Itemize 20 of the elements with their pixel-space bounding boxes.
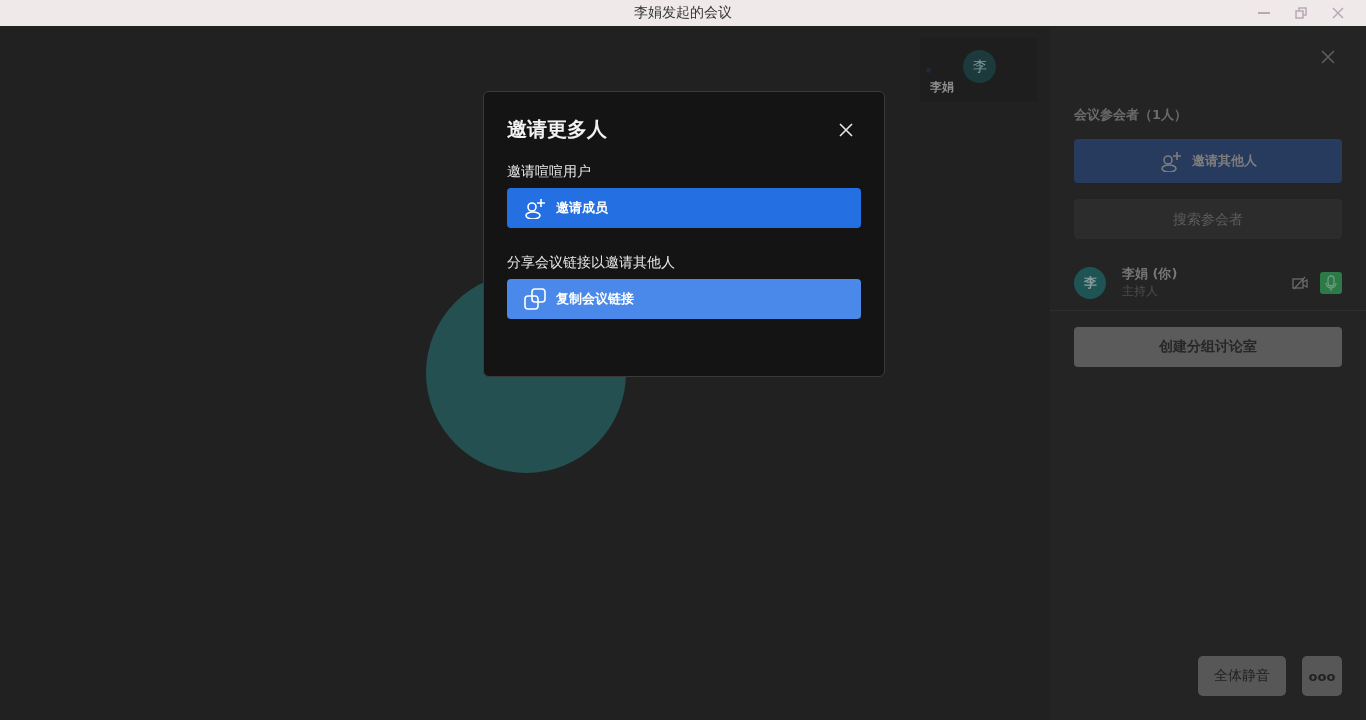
add-person-icon xyxy=(1159,150,1182,172)
add-person-icon xyxy=(524,197,546,219)
microphone-icon[interactable] xyxy=(1320,271,1342,294)
dialog-title: 邀请更多人 xyxy=(507,116,607,143)
status-dot xyxy=(926,68,931,73)
participant-name: 李娟 xyxy=(930,79,954,96)
avatar: 李 xyxy=(963,50,996,83)
avatar: 李 xyxy=(1074,266,1106,299)
minimize-icon[interactable] xyxy=(1258,11,1270,15)
restore-icon[interactable] xyxy=(1295,7,1307,19)
panel-heading: 会议参会者（1人） xyxy=(1074,106,1189,124)
camera-off-icon[interactable] xyxy=(1292,275,1308,290)
section-label: 邀请喧喧用户 xyxy=(507,163,592,181)
participant-name: 李娟 (你) xyxy=(1122,265,1179,283)
section-label: 分享会议链接以邀请其他人 xyxy=(507,254,676,272)
copy-link-button[interactable]: 复制会议链接 xyxy=(507,279,861,319)
copy-icon xyxy=(524,288,546,310)
window-title: 李娟发起的会议 xyxy=(634,4,732,22)
invite-button[interactable]: 邀请成员 xyxy=(507,188,861,228)
invite-button[interactable]: 邀请其他人 xyxy=(1074,139,1342,183)
